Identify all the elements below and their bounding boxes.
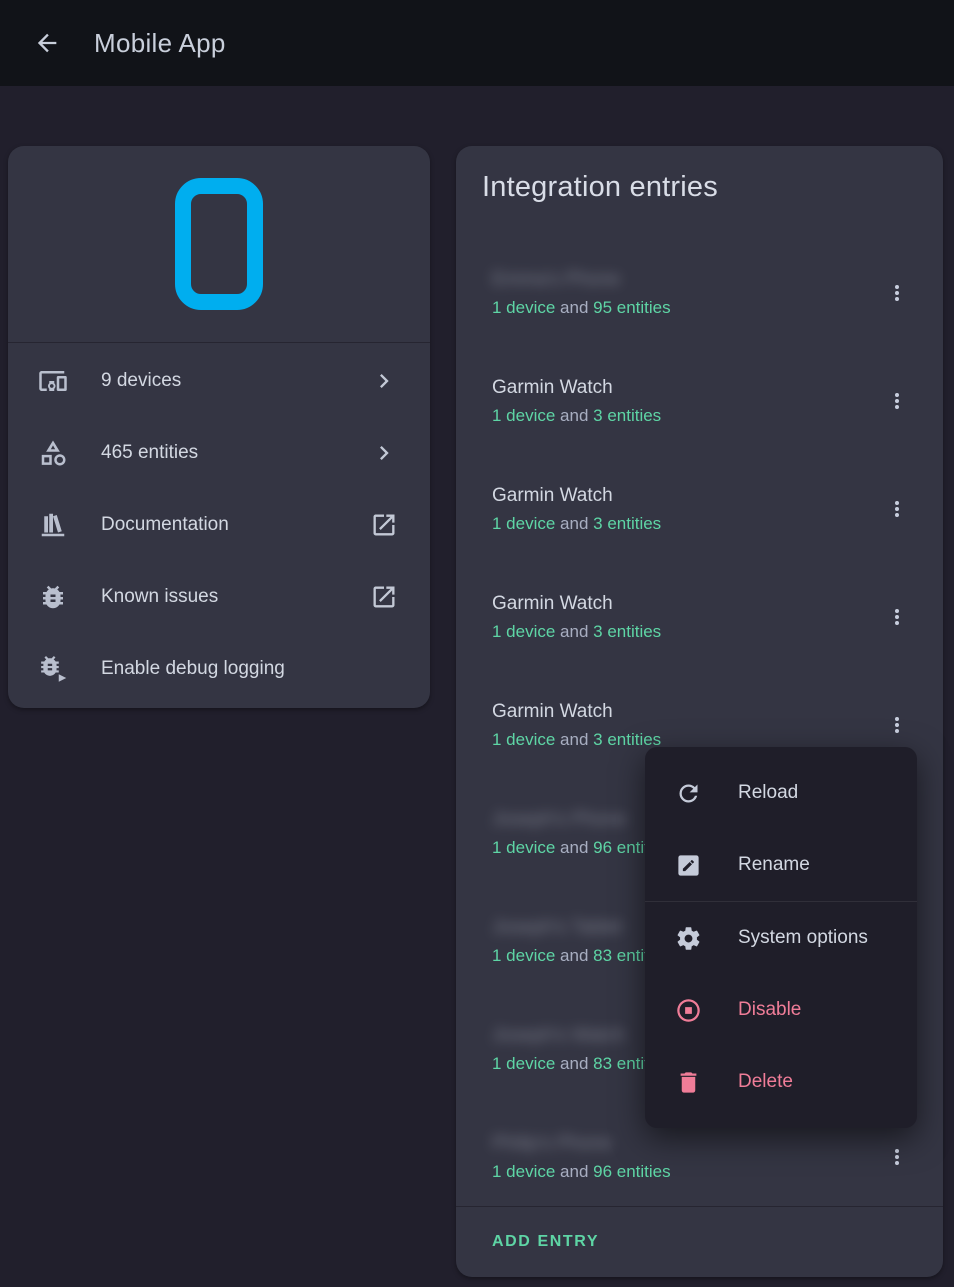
menu-item-delete[interactable]: Delete — [645, 1046, 917, 1118]
entry-subtitle: 1 device and 96 entities — [492, 1158, 873, 1185]
open-in-new-icon — [370, 583, 398, 611]
menu-item-disable[interactable]: Disable — [645, 974, 917, 1046]
entries-footer: ADD ENTRY — [456, 1206, 943, 1277]
integration-logo — [8, 146, 430, 343]
menu-item-label: Reload — [738, 782, 798, 804]
info-row-465-entities[interactable]: 465 entities — [8, 417, 430, 489]
dots-vertical-icon — [885, 389, 909, 413]
entries-title: Integration entries — [456, 146, 943, 239]
info-row-label: 465 entities — [101, 442, 370, 464]
menu-item-label: System options — [738, 927, 868, 949]
entry-name: Philip's Phone — [492, 1130, 873, 1158]
entry-context-menu: Reload Rename System options Disable Del… — [645, 747, 917, 1128]
entry-menu-button[interactable] — [873, 377, 921, 425]
integration-info-card: 9 devices 465 entities Documentation Kno… — [8, 146, 430, 708]
entry-menu-button[interactable] — [873, 269, 921, 317]
entry-device-count: 1 device — [492, 730, 555, 749]
info-row-known-issues[interactable]: Known issues — [8, 561, 430, 633]
delete-icon — [675, 1069, 702, 1096]
info-row-label: Known issues — [101, 586, 370, 608]
bug-play-icon — [38, 654, 68, 684]
bug-icon — [38, 582, 68, 612]
entry-entity-count: 96 entities — [593, 1162, 671, 1181]
info-rows: 9 devices 465 entities Documentation Kno… — [8, 343, 430, 705]
cellphone-icon — [175, 178, 263, 310]
entry-menu-button[interactable] — [873, 485, 921, 533]
entry-name: Garmin Watch — [492, 374, 873, 402]
menu-item-label: Disable — [738, 999, 801, 1021]
entry-subtitle-conjunction: and — [555, 514, 593, 533]
entry-subtitle-conjunction: and — [555, 622, 593, 641]
entry-subtitle-conjunction: and — [555, 1162, 593, 1181]
dots-vertical-icon — [885, 281, 909, 305]
entry-device-count: 1 device — [492, 946, 555, 965]
entry-subtitle-conjunction: and — [555, 730, 593, 749]
add-entry-button[interactable]: ADD ENTRY — [492, 1233, 599, 1251]
entry-row: Emma's Phone 1 device and 95 entities — [456, 239, 943, 347]
info-row-label: Enable debug logging — [101, 658, 398, 680]
entry-subtitle: 1 device and 3 entities — [492, 402, 873, 429]
back-button[interactable] — [22, 18, 72, 68]
menu-item-label: Delete — [738, 1071, 793, 1093]
entry-entity-count: 3 entities — [593, 406, 661, 425]
integration-page: Mobile App 9 devices 465 entities Docume… — [0, 0, 954, 1287]
entry-name: Emma's Phone — [492, 266, 873, 294]
entry-device-count: 1 device — [492, 838, 555, 857]
info-row-label: 9 devices — [101, 370, 370, 392]
bookshelf-icon — [38, 510, 68, 540]
dots-vertical-icon — [885, 497, 909, 521]
entry-menu-button[interactable] — [873, 701, 921, 749]
devices-icon — [38, 366, 68, 396]
chevron-right-icon — [370, 439, 398, 467]
entry-entity-count: 3 entities — [593, 622, 661, 641]
entry-name: Garmin Watch — [492, 698, 873, 726]
entry-row: Garmin Watch 1 device and 3 entities — [456, 347, 943, 455]
open-in-new-icon — [370, 511, 398, 539]
chevron-right-icon — [370, 367, 398, 395]
entry-entity-count: 3 entities — [593, 730, 661, 749]
page-title: Mobile App — [94, 28, 226, 59]
entry-device-count: 1 device — [492, 514, 555, 533]
entry-name: Garmin Watch — [492, 590, 873, 618]
entry-device-count: 1 device — [492, 1162, 555, 1181]
rename-box-icon — [675, 852, 702, 879]
info-row-documentation[interactable]: Documentation — [8, 489, 430, 561]
entry-row: Garmin Watch 1 device and 3 entities — [456, 563, 943, 671]
entry-subtitle: 1 device and 3 entities — [492, 618, 873, 645]
entry-menu-button[interactable] — [873, 593, 921, 641]
menu-item-label: Rename — [738, 854, 810, 876]
entry-subtitle-conjunction: and — [555, 838, 593, 857]
info-row-9-devices[interactable]: 9 devices — [8, 345, 430, 417]
entry-subtitle: 1 device and 95 entities — [492, 294, 873, 321]
entry-device-count: 1 device — [492, 406, 555, 425]
cog-icon — [675, 925, 702, 952]
entry-device-count: 1 device — [492, 1054, 555, 1073]
entry-subtitle-conjunction: and — [555, 298, 593, 317]
entry-subtitle-conjunction: and — [555, 406, 593, 425]
entry-subtitle-conjunction: and — [555, 946, 593, 965]
entry-device-count: 1 device — [492, 298, 555, 317]
entry-subtitle: 1 device and 3 entities — [492, 510, 873, 537]
dots-vertical-icon — [885, 605, 909, 629]
entry-row: Garmin Watch 1 device and 3 entities — [456, 455, 943, 563]
entry-device-count: 1 device — [492, 622, 555, 641]
entry-subtitle-conjunction: and — [555, 1054, 593, 1073]
dots-vertical-icon — [885, 1145, 909, 1169]
entry-entity-count: 3 entities — [593, 514, 661, 533]
arrow-left-icon — [33, 29, 61, 57]
info-row-enable-debug-logging[interactable]: Enable debug logging — [8, 633, 430, 705]
shapes-icon — [38, 438, 68, 468]
entry-name: Garmin Watch — [492, 482, 873, 510]
menu-item-system-options[interactable]: System options — [645, 902, 917, 974]
topbar: Mobile App — [0, 0, 954, 86]
menu-item-rename[interactable]: Rename — [645, 829, 917, 901]
info-row-label: Documentation — [101, 514, 370, 536]
stop-circle-icon — [675, 997, 702, 1024]
menu-item-reload[interactable]: Reload — [645, 757, 917, 829]
dots-vertical-icon — [885, 713, 909, 737]
entry-entity-count: 95 entities — [593, 298, 671, 317]
entry-menu-button[interactable] — [873, 1133, 921, 1181]
reload-icon — [675, 780, 702, 807]
